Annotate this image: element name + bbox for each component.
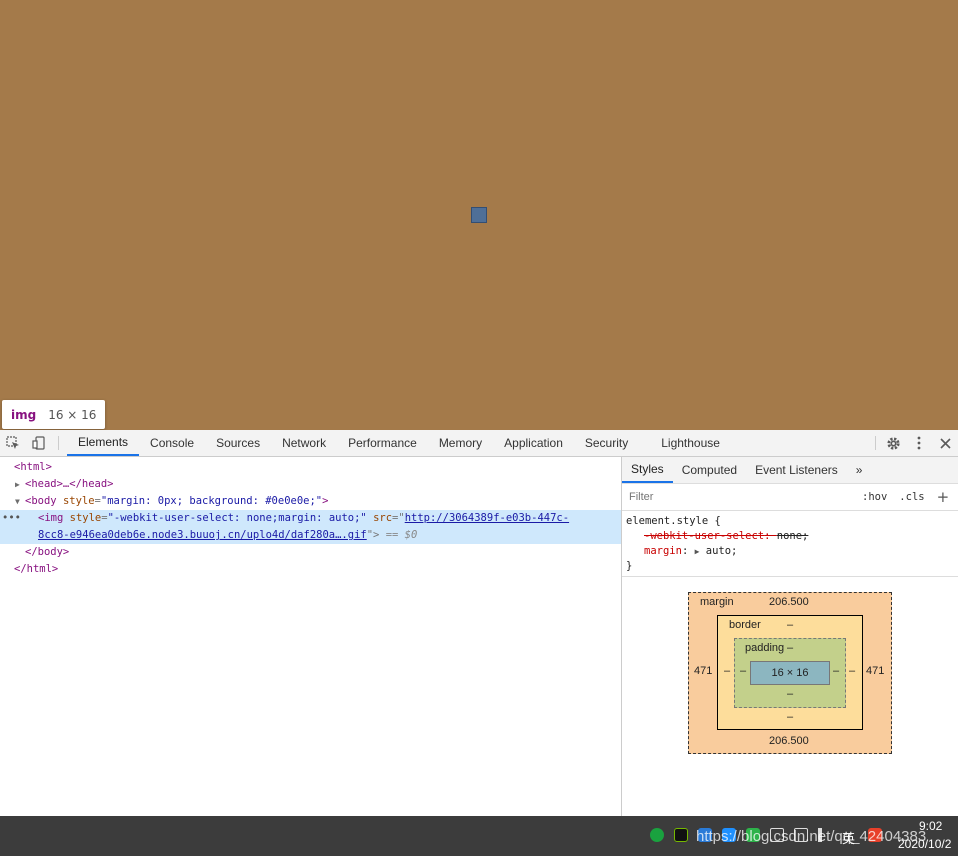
tab-security[interactable]: Security <box>574 430 639 456</box>
tab-computed[interactable]: Computed <box>673 457 746 483</box>
dom-tag: <body <box>25 495 57 507</box>
img-highlight-box[interactable] <box>471 207 487 223</box>
tab-performance[interactable]: Performance <box>337 430 428 456</box>
box-model-content[interactable]: 16 × 16 <box>750 661 830 685</box>
border-label: border <box>729 619 761 631</box>
hover-state-toggle[interactable]: :hov <box>862 491 887 503</box>
dom-attr-value: "margin: 0px; background: #0e0e0e;" <box>100 495 323 507</box>
dom-attr-name: style <box>62 495 95 507</box>
border-left-value[interactable]: – <box>724 665 730 677</box>
tooltip-tag: img <box>11 407 37 422</box>
sidebar-tabs: Styles Computed Event Listeners » <box>622 457 958 484</box>
inspect-element-icon[interactable] <box>0 430 26 456</box>
property-name[interactable]: margin <box>644 545 682 557</box>
tab-event-listeners[interactable]: Event Listeners <box>746 457 847 483</box>
tab-console[interactable]: Console <box>139 430 205 456</box>
device-toolbar-icon[interactable] <box>26 430 52 456</box>
dom-node-body-close[interactable]: </body> <box>0 544 621 561</box>
devtools-toolbar: Elements Console Sources Network Perform… <box>0 430 958 457</box>
dom-tag: <html> <box>14 461 52 473</box>
dom-tag: </body> <box>25 546 70 558</box>
padding-bottom-value[interactable]: – <box>787 688 793 700</box>
tab-memory[interactable]: Memory <box>428 430 493 456</box>
collapse-arrow-icon[interactable]: ▼ <box>15 493 25 510</box>
dom-node-img[interactable]: ••• <img style="-webkit-user-select: non… <box>0 510 621 527</box>
tab-application[interactable]: Application <box>493 430 574 456</box>
expand-arrow-icon[interactable]: ▶ <box>695 547 700 556</box>
property-value[interactable]: none; <box>777 530 809 542</box>
dom-tag: <head>…</head> <box>25 478 114 490</box>
dom-node-html[interactable]: <html> <box>0 459 621 476</box>
toolbar-divider <box>875 436 876 450</box>
dom-node-body[interactable]: ▼ <body style="margin: 0px; background: #… <box>0 493 621 510</box>
nvidia-icon[interactable] <box>674 828 688 842</box>
styles-filter-input[interactable] <box>626 487 850 507</box>
border-right-value[interactable]: – <box>849 665 855 677</box>
dom-node-img-continued[interactable]: 8cc8-e946ea0deb6e.node3.buuoj.cn/uplo4d/… <box>0 527 621 544</box>
tab-styles[interactable]: Styles <box>622 457 673 483</box>
dom-attr-name: src <box>373 512 393 524</box>
styles-sidebar: Styles Computed Event Listeners » :hov .… <box>621 457 958 816</box>
padding-left-value[interactable]: – <box>740 665 746 677</box>
margin-label: margin <box>700 596 734 608</box>
toolbar-divider <box>58 436 59 450</box>
padding-right-value[interactable]: – <box>833 665 839 677</box>
close-icon[interactable] <box>932 430 958 456</box>
rule-close: } <box>626 560 633 572</box>
expand-arrow-icon[interactable]: ▶ <box>15 476 25 493</box>
elements-panel: <html> ▶ <head>…</head> ▼ <body style="mar… <box>0 457 621 816</box>
img-src-link-continued[interactable]: 8cc8-e946ea0deb6e.node3.buuoj.cn/uplo4d/… <box>38 529 367 541</box>
dom-node-html-close[interactable]: </html> <box>0 561 621 578</box>
margin-top-value[interactable]: 206.500 <box>769 596 809 608</box>
style-property[interactable]: -webkit-user-select: none; <box>626 529 954 544</box>
class-toggle[interactable]: .cls <box>899 491 924 503</box>
add-rule-icon[interactable]: + <box>937 488 950 506</box>
border-top-value[interactable]: – <box>787 619 793 631</box>
tab-network[interactable]: Network <box>271 430 337 456</box>
img-src-link[interactable]: http://3064389f-e03b-447c- <box>405 512 569 524</box>
padding-top-value[interactable]: – <box>787 642 793 654</box>
clock-date[interactable]: 2020/10/2 <box>898 837 951 851</box>
dom-tag: </html> <box>14 563 59 575</box>
styles-filter-bar: :hov .cls + <box>622 484 958 511</box>
ellipsis-icon[interactable]: ••• <box>2 510 21 527</box>
tab-lighthouse[interactable]: Lighthouse <box>639 430 731 456</box>
toolbar-right-actions <box>871 430 958 456</box>
tab-elements[interactable]: Elements <box>67 430 140 456</box>
margin-right-value[interactable]: 471 <box>866 665 884 677</box>
style-rules: element.style { -webkit-user-select: non… <box>622 511 958 577</box>
box-model-diagram: 16 × 16 margin 206.500 206.500 471 471 b… <box>622 577 958 815</box>
dom-attr-name: style <box>69 512 102 524</box>
content-size: 16 × 16 <box>771 667 809 679</box>
more-tabs-icon[interactable]: » <box>847 457 872 483</box>
tab-sources[interactable]: Sources <box>205 430 271 456</box>
gear-icon[interactable] <box>880 430 906 456</box>
dom-tag: <img <box>38 512 64 524</box>
property-value[interactable]: auto; <box>706 545 738 557</box>
padding-label: padding <box>745 642 785 654</box>
margin-bottom-value[interactable]: 206.500 <box>769 735 809 747</box>
rule-selector: element.style { <box>626 515 721 527</box>
taskbar: 英 https://blog.csdn.net/qq_42404383 9:02… <box>0 816 958 856</box>
more-options-icon[interactable] <box>906 430 932 456</box>
tooltip-dimensions: 16 × 16 <box>48 407 97 422</box>
style-property[interactable]: margin: ▶ auto; <box>626 544 954 559</box>
clock-time[interactable]: 9:02 <box>919 819 942 833</box>
watermark-text: https://blog.csdn.net/qq_42404383 <box>696 828 927 845</box>
page-viewport: img 16 × 16 <box>0 0 958 430</box>
console-reference: == $0 <box>385 529 418 541</box>
element-tooltip: img 16 × 16 <box>2 400 106 429</box>
dom-node-head[interactable]: ▶ <head>…</head> <box>0 476 621 493</box>
property-name[interactable]: -webkit-user-select <box>644 530 764 542</box>
border-bottom-value[interactable]: – <box>787 711 793 723</box>
margin-left-value[interactable]: 471 <box>694 665 712 677</box>
dom-tag-close: "> <box>366 529 380 541</box>
security-shield-icon[interactable] <box>650 828 664 842</box>
dom-attr-value: "-webkit-user-select: none;margin: auto;… <box>107 512 367 524</box>
